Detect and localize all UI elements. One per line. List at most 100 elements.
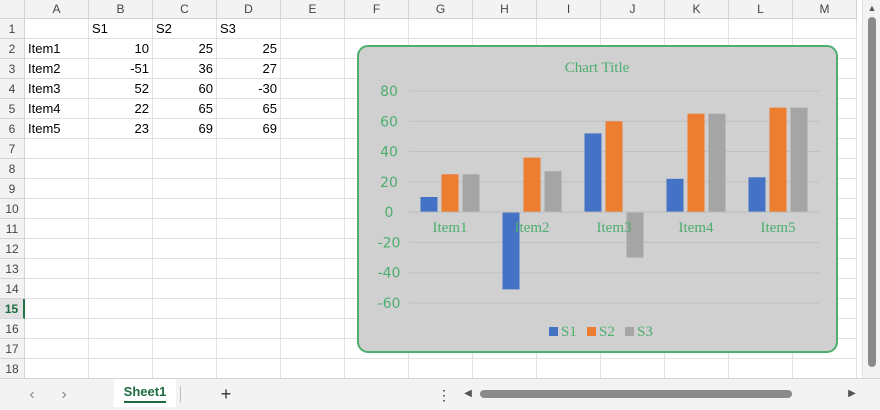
cell-e14[interactable]	[281, 279, 345, 299]
chevron-left-icon[interactable]: ‹	[22, 385, 42, 405]
row-header-16[interactable]: 16	[0, 319, 25, 339]
cell-l18[interactable]	[729, 359, 793, 378]
cell-a12[interactable]	[25, 239, 89, 259]
column-header-c[interactable]: C	[153, 0, 217, 19]
cell-d18[interactable]	[217, 359, 281, 378]
sheet-tab-sheet1[interactable]: Sheet1	[114, 379, 176, 407]
cell-d4[interactable]: -30	[217, 79, 281, 99]
cell-d10[interactable]	[217, 199, 281, 219]
row-header-10[interactable]: 10	[0, 199, 25, 219]
cell-d7[interactable]	[217, 139, 281, 159]
cell-c10[interactable]	[153, 199, 217, 219]
cell-e7[interactable]	[281, 139, 345, 159]
scroll-left-arrow-icon[interactable]: ◀	[462, 387, 474, 401]
horizontal-scrollbar[interactable]	[476, 388, 844, 400]
cell-a9[interactable]	[25, 179, 89, 199]
row-header-12[interactable]: 12	[0, 239, 25, 259]
row-header-13[interactable]: 13	[0, 259, 25, 279]
column-header-j[interactable]: J	[601, 0, 665, 19]
cell-c18[interactable]	[153, 359, 217, 378]
cell-j1[interactable]	[601, 19, 665, 39]
column-header-k[interactable]: K	[665, 0, 729, 19]
row-header-15[interactable]: 15	[0, 299, 25, 319]
cell-b3[interactable]: -51	[89, 59, 153, 79]
vertical-scroll-thumb[interactable]	[868, 17, 876, 367]
cell-e10[interactable]	[281, 199, 345, 219]
select-all-corner[interactable]	[0, 0, 25, 19]
cell-a15[interactable]	[25, 299, 89, 319]
cell-a3[interactable]: Item2	[25, 59, 89, 79]
column-header-f[interactable]: F	[345, 0, 409, 19]
cell-a16[interactable]	[25, 319, 89, 339]
row-header-6[interactable]: 6	[0, 119, 25, 139]
cell-b6[interactable]: 23	[89, 119, 153, 139]
cell-e13[interactable]	[281, 259, 345, 279]
column-header-d[interactable]: D	[217, 0, 281, 19]
cell-b14[interactable]	[89, 279, 153, 299]
cell-b9[interactable]	[89, 179, 153, 199]
cell-m1[interactable]	[793, 19, 857, 39]
row-header-9[interactable]: 9	[0, 179, 25, 199]
cell-a7[interactable]	[25, 139, 89, 159]
cell-a10[interactable]	[25, 199, 89, 219]
cell-f1[interactable]	[345, 19, 409, 39]
cell-i18[interactable]	[537, 359, 601, 378]
row-header-17[interactable]: 17	[0, 339, 25, 359]
cell-e17[interactable]	[281, 339, 345, 359]
cell-b8[interactable]	[89, 159, 153, 179]
row-header-2[interactable]: 2	[0, 39, 25, 59]
cell-a5[interactable]: Item4	[25, 99, 89, 119]
cell-c9[interactable]	[153, 179, 217, 199]
cell-e6[interactable]	[281, 119, 345, 139]
cell-g18[interactable]	[409, 359, 473, 378]
row-header-1[interactable]: 1	[0, 19, 25, 39]
cell-c11[interactable]	[153, 219, 217, 239]
cell-b18[interactable]	[89, 359, 153, 378]
cell-b15[interactable]	[89, 299, 153, 319]
cell-j18[interactable]	[601, 359, 665, 378]
column-header-m[interactable]: M	[793, 0, 857, 19]
cell-d8[interactable]	[217, 159, 281, 179]
cell-c1[interactable]: S2	[153, 19, 217, 39]
cell-e2[interactable]	[281, 39, 345, 59]
cell-c14[interactable]	[153, 279, 217, 299]
cell-d15[interactable]	[217, 299, 281, 319]
cell-a11[interactable]	[25, 219, 89, 239]
chevron-right-icon[interactable]: ›	[54, 385, 74, 405]
cell-m18[interactable]	[793, 359, 857, 378]
cell-b16[interactable]	[89, 319, 153, 339]
cell-a1[interactable]	[25, 19, 89, 39]
cell-h1[interactable]	[473, 19, 537, 39]
cell-e3[interactable]	[281, 59, 345, 79]
embedded-chart[interactable]: 80 60 40 20 0 -20 -40 -60 Item1 Item2 Item3 Item4 It…	[357, 45, 838, 353]
cell-c12[interactable]	[153, 239, 217, 259]
cell-e12[interactable]	[281, 239, 345, 259]
cell-e1[interactable]	[281, 19, 345, 39]
column-header-i[interactable]: I	[537, 0, 601, 19]
vertical-scrollbar[interactable]: ▲	[862, 0, 880, 378]
cell-c17[interactable]	[153, 339, 217, 359]
cell-b2[interactable]: 10	[89, 39, 153, 59]
cell-k18[interactable]	[665, 359, 729, 378]
column-header-l[interactable]: L	[729, 0, 793, 19]
cell-e4[interactable]	[281, 79, 345, 99]
cell-d6[interactable]: 69	[217, 119, 281, 139]
cell-a4[interactable]: Item3	[25, 79, 89, 99]
column-header-g[interactable]: G	[409, 0, 473, 19]
cell-c3[interactable]: 36	[153, 59, 217, 79]
column-header-b[interactable]: B	[89, 0, 153, 19]
cell-a2[interactable]: Item1	[25, 39, 89, 59]
horizontal-scroll-thumb[interactable]	[480, 390, 792, 398]
column-header-e[interactable]: E	[281, 0, 345, 19]
row-header-14[interactable]: 14	[0, 279, 25, 299]
cell-e16[interactable]	[281, 319, 345, 339]
row-header-4[interactable]: 4	[0, 79, 25, 99]
cell-g1[interactable]	[409, 19, 473, 39]
cell-f18[interactable]	[345, 359, 409, 378]
cell-c4[interactable]: 60	[153, 79, 217, 99]
row-header-7[interactable]: 7	[0, 139, 25, 159]
cell-b11[interactable]	[89, 219, 153, 239]
cell-c13[interactable]	[153, 259, 217, 279]
cell-c7[interactable]	[153, 139, 217, 159]
column-header-a[interactable]: A	[25, 0, 89, 19]
